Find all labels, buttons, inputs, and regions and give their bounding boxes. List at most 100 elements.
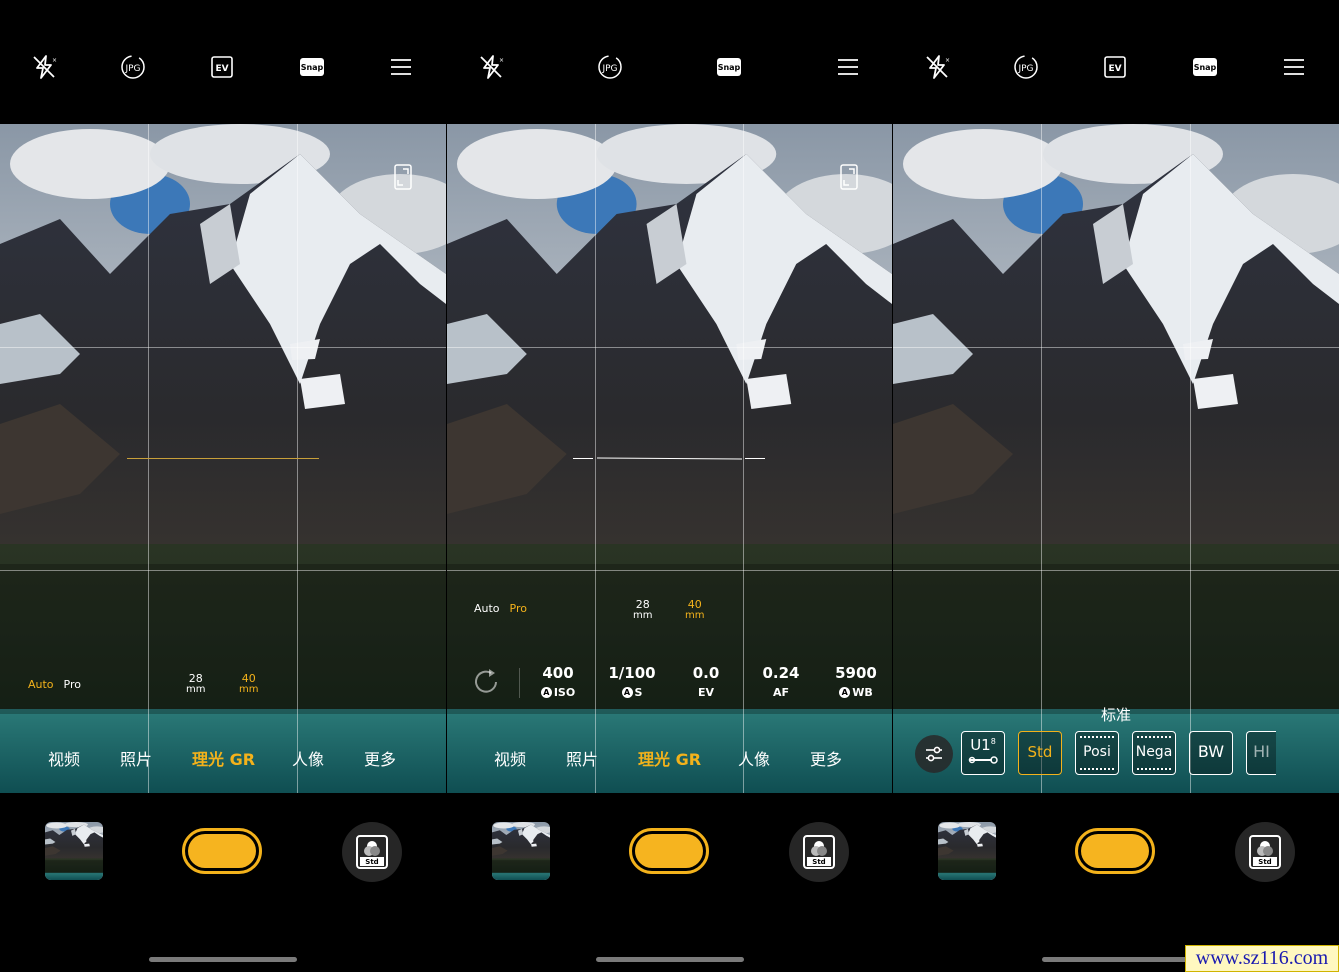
- jpg-format-icon[interactable]: JPG: [1013, 54, 1039, 80]
- shutter-button[interactable]: [1075, 828, 1155, 874]
- film-label: Std: [1258, 858, 1271, 866]
- preset-hi-bw[interactable]: HI BW: [1246, 731, 1276, 775]
- flash-off-icon[interactable]: [478, 54, 504, 80]
- grid-line: [0, 570, 446, 571]
- pro-option[interactable]: Pro: [64, 678, 81, 691]
- jpg-format-icon[interactable]: JPG: [597, 54, 623, 80]
- af-control[interactable]: 0.24 AF: [758, 664, 804, 699]
- grid-line: [447, 570, 892, 571]
- viewfinder[interactable]: Auto Pro 28mm 40mm ⁝ 视频 照片 理光 GR 人像 更多: [0, 124, 446, 793]
- home-indicator[interactable]: [1042, 957, 1190, 962]
- viewfinder[interactable]: Auto Pro 28 mm 40 mm 400 A ISO 1/100 AS 0.0 …: [447, 124, 892, 793]
- af-value: 0.24: [762, 664, 800, 682]
- top-toolbar: JPG EV Snap: [893, 0, 1339, 124]
- mode-partial[interactable]: ⁝: [0, 746, 1, 765]
- bottom-controls: Std: [0, 793, 446, 972]
- focal-40-button[interactable]: 40 mm: [685, 599, 704, 621]
- preset-std[interactable]: Std: [1018, 731, 1062, 775]
- mode-video[interactable]: 视频: [48, 746, 80, 770]
- home-indicator[interactable]: [596, 957, 744, 962]
- ev-control[interactable]: 0.0 EV: [683, 664, 729, 699]
- preset-posi[interactable]: Posi: [1075, 731, 1119, 775]
- flash-off-icon[interactable]: [924, 54, 950, 80]
- menu-icon[interactable]: [1281, 54, 1307, 80]
- focal-28-button[interactable]: 28 mm: [186, 673, 205, 695]
- pro-option[interactable]: Pro: [510, 602, 527, 615]
- focal-unit: mm: [239, 684, 259, 695]
- mode-photo[interactable]: 照片: [120, 746, 152, 770]
- top-toolbar: JPG EV Snap: [0, 0, 446, 124]
- mode-portrait[interactable]: 人像: [292, 746, 324, 770]
- auto-pro-switch[interactable]: Auto Pro: [28, 678, 91, 691]
- focal-unit: mm: [633, 610, 653, 621]
- shutter-button[interactable]: [182, 828, 262, 874]
- watermark: www.sz116.com: [1185, 945, 1339, 972]
- pro-params-bar: 400 A ISO 1/100 AS 0.0 EV 0.24 AF 5900 AW…: [447, 664, 892, 704]
- film-simulation-icon: Std: [356, 835, 388, 869]
- auto-badge: A: [621, 687, 633, 698]
- home-indicator[interactable]: [149, 957, 297, 962]
- menu-icon[interactable]: [835, 54, 861, 80]
- jpg-format-icon[interactable]: JPG: [120, 54, 146, 80]
- ev-icon[interactable]: EV: [209, 54, 235, 80]
- mode-ricoh-gr[interactable]: 理光 GR: [192, 746, 255, 770]
- mode-selector: ⁝ 视频 照片 理光 GR 人像 更多: [0, 746, 446, 770]
- mode-ricoh-gr[interactable]: 理光 GR: [638, 746, 701, 770]
- grid-line: [1190, 124, 1191, 793]
- film-simulation-button[interactable]: Std: [789, 822, 849, 882]
- iso-control[interactable]: 400 A ISO: [533, 664, 583, 699]
- adjust-button[interactable]: [915, 735, 953, 773]
- mode-partial[interactable]: ⁝: [447, 746, 448, 765]
- horizon-level: [127, 458, 319, 459]
- auto-badge: A: [839, 687, 851, 698]
- film-simulation-button[interactable]: Std: [1235, 822, 1295, 882]
- film-label: Std: [365, 858, 378, 866]
- preset-bw[interactable]: BW: [1189, 731, 1233, 775]
- preset-u1-superscript: 8: [990, 737, 996, 746]
- focal-unit: mm: [685, 610, 705, 621]
- auto-option[interactable]: Auto: [474, 602, 500, 615]
- gallery-thumbnail[interactable]: [45, 822, 103, 880]
- snap-label: Snap: [1194, 63, 1217, 72]
- grid-line: [447, 347, 892, 348]
- wb-control[interactable]: 5900 A WB: [831, 664, 881, 699]
- mode-more[interactable]: 更多: [364, 746, 396, 770]
- camera-panel-pro: JPG Snap Auto Pro 28 mm 40 mm 400 A ISO …: [447, 0, 892, 972]
- shutter-button[interactable]: [629, 828, 709, 874]
- viewfinder[interactable]: 标准 U18 Std Posi Nega BW HI BW: [893, 124, 1339, 793]
- film-simulation-button[interactable]: Std: [342, 822, 402, 882]
- aspect-ratio-icon[interactable]: [840, 164, 858, 190]
- aspect-ratio-icon[interactable]: [394, 164, 412, 190]
- focal-28-button[interactable]: 28 mm: [633, 599, 652, 621]
- preset-u1-label: U1: [970, 736, 991, 754]
- mode-video[interactable]: 视频: [494, 746, 526, 770]
- menu-icon[interactable]: [388, 54, 414, 80]
- shutter-value: 1/100: [608, 664, 656, 682]
- mode-photo[interactable]: 照片: [566, 746, 598, 770]
- shutter-label: S: [634, 686, 643, 699]
- preset-nega[interactable]: Nega: [1132, 731, 1176, 775]
- film-label: Std: [812, 858, 825, 866]
- focal-40-button[interactable]: 40 mm: [239, 673, 258, 695]
- snap-icon[interactable]: Snap: [1192, 54, 1218, 80]
- gallery-thumbnail[interactable]: [492, 822, 550, 880]
- grid-line: [1041, 124, 1042, 793]
- mode-more[interactable]: 更多: [810, 746, 842, 770]
- mode-portrait[interactable]: 人像: [738, 746, 770, 770]
- shutter-speed-control[interactable]: 1/100 AS: [607, 664, 657, 699]
- ev-icon[interactable]: EV: [1102, 54, 1128, 80]
- wb-label: WB: [852, 686, 873, 699]
- gallery-thumbnail[interactable]: [938, 822, 996, 880]
- camera-panel-presets: JPG EV Snap 标准 U18 Std Posi Nega BW HI S…: [893, 0, 1339, 972]
- snap-icon[interactable]: Snap: [299, 54, 325, 80]
- film-simulation-icon: Std: [1249, 835, 1281, 869]
- bottom-controls: Std: [447, 793, 892, 972]
- snap-icon[interactable]: Snap: [716, 54, 742, 80]
- preset-u1[interactable]: U18: [961, 731, 1005, 775]
- ev-value: 0.0: [692, 664, 720, 682]
- reset-icon[interactable]: [471, 667, 501, 701]
- flash-off-icon[interactable]: [31, 54, 57, 80]
- mode-selector: ⁝ 视频 照片 理光 GR 人像 更多: [447, 746, 892, 770]
- auto-pro-switch[interactable]: Auto Pro: [474, 602, 537, 615]
- auto-option[interactable]: Auto: [28, 678, 54, 691]
